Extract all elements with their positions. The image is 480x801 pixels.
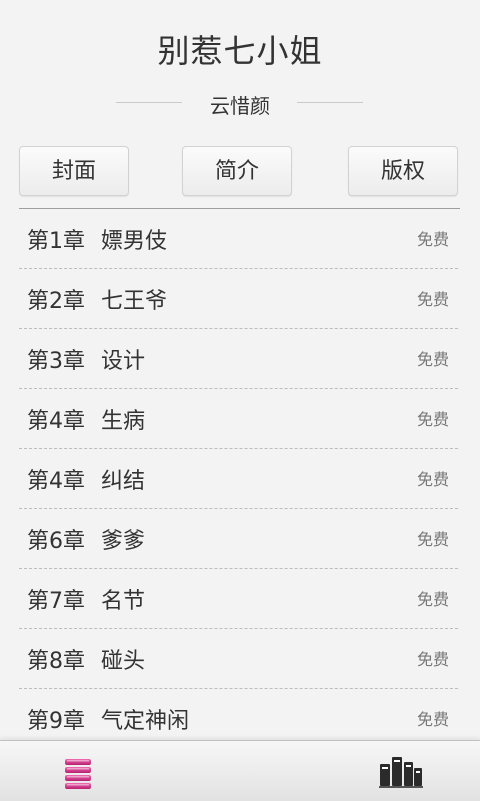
chapter-number: 第4章 xyxy=(27,469,85,494)
chapter-row[interactable]: 第1章 嫖男伎 免费 xyxy=(19,209,458,269)
chapter-row[interactable]: 第4章 纠结 免费 xyxy=(19,449,458,509)
chapter-price-badge: 免费 xyxy=(416,230,449,249)
chapter-title: 第7章 名节 xyxy=(27,583,145,615)
bookshelf-icon[interactable] xyxy=(379,754,423,788)
chapter-number: 第8章 xyxy=(27,649,85,674)
chapter-row[interactable]: 第2章 七王爷 免费 xyxy=(19,269,458,329)
book-title: 别惹七小姐 xyxy=(157,32,323,70)
chapter-title: 第4章 纠结 xyxy=(27,463,145,495)
chapter-row[interactable]: 第8章 碰头 免费 xyxy=(19,629,458,689)
chapter-row[interactable]: 第7章 名节 免费 xyxy=(19,569,458,629)
chapter-price-badge: 免费 xyxy=(416,710,449,729)
chapter-title: 第9章 气定神闲 xyxy=(27,703,189,735)
chapter-number: 第7章 xyxy=(27,589,85,614)
table-of-contents-icon[interactable] xyxy=(63,758,93,789)
cover-button[interactable]: 封面 xyxy=(19,146,129,196)
chapter-number: 第1章 xyxy=(27,229,85,254)
chapter-name: 七王爷 xyxy=(101,289,168,314)
chapter-number: 第6章 xyxy=(27,529,85,554)
author-name: 云惜颜 xyxy=(210,94,270,118)
chapter-name: 纠结 xyxy=(101,469,146,494)
intro-button[interactable]: 简介 xyxy=(182,146,292,196)
chapter-name: 气定神闲 xyxy=(101,709,190,734)
chapter-name: 名节 xyxy=(101,589,146,614)
chapter-title: 第4章 生病 xyxy=(27,403,145,435)
chapter-number: 第2章 xyxy=(27,289,85,314)
chapter-row[interactable]: 第3章 设计 免费 xyxy=(19,329,458,389)
copyright-button[interactable]: 版权 xyxy=(348,146,458,196)
chapter-price-badge: 免费 xyxy=(416,650,449,669)
chapter-title: 第8章 碰头 xyxy=(27,643,145,675)
chapter-number: 第3章 xyxy=(27,349,85,374)
chapter-price-badge: 免费 xyxy=(416,530,449,549)
chapter-list: 第1章 嫖男伎 免费 第2章 七王爷 免费 第3章 设计 免费 第4章 生病 免费 第4… xyxy=(19,209,458,749)
chapter-price-badge: 免费 xyxy=(416,290,449,309)
chapter-price-badge: 免费 xyxy=(416,590,449,609)
chapter-name: 嫖男伎 xyxy=(101,229,168,254)
chapter-title: 第2章 七王爷 xyxy=(27,283,167,315)
chapter-title: 第1章 嫖男伎 xyxy=(27,223,167,255)
author-row: 云惜颜 xyxy=(0,88,480,118)
chapter-number: 第9章 xyxy=(27,709,85,734)
chapter-price-badge: 免费 xyxy=(416,350,449,369)
chapter-row[interactable]: 第6章 爹爹 免费 xyxy=(19,509,458,569)
chapter-name: 设计 xyxy=(101,349,146,374)
chapter-name: 生病 xyxy=(101,409,146,434)
chapter-name: 爹爹 xyxy=(101,529,146,554)
chapter-number: 第4章 xyxy=(27,409,85,434)
bottom-toolbar xyxy=(0,740,480,801)
chapter-price-badge: 免费 xyxy=(416,470,449,489)
divider-right xyxy=(297,102,363,103)
chapter-title: 第6章 爹爹 xyxy=(27,523,145,555)
chapter-row[interactable]: 第4章 生病 免费 xyxy=(19,389,458,449)
chapter-name: 碰头 xyxy=(101,649,146,674)
chapter-title: 第3章 设计 xyxy=(27,343,145,375)
chapter-price-badge: 免费 xyxy=(416,410,449,429)
